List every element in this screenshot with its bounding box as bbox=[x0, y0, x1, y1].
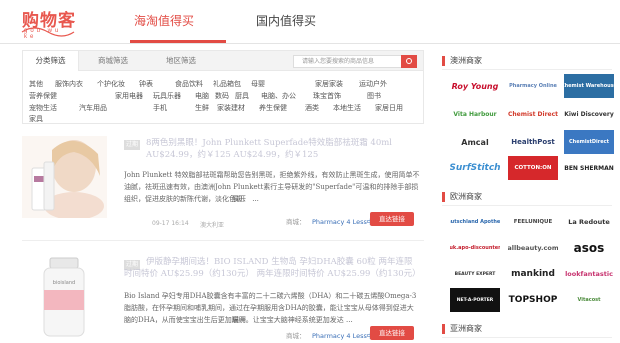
deal-price: AU$24.99，约￥125 AU$24.99，约￥125 bbox=[146, 150, 319, 160]
deal-item: 过期 8两色别黑眼！John Plunkett Superfade特效脂部祛斑霜… bbox=[22, 132, 424, 232]
category-link[interactable]: 运动户外 bbox=[359, 79, 387, 89]
merchant-logo[interactable]: NET-A-PORTER bbox=[450, 288, 500, 312]
deal-price: 时间特价 AU$25.99（约130元） 两年连限时间特价 AU$25.99（约… bbox=[124, 269, 421, 279]
category-link[interactable]: 礼品箱包 bbox=[213, 79, 241, 89]
merchant-logo[interactable]: Deutschland Apotheke bbox=[450, 210, 500, 234]
merchant-logo[interactable]: Kiwi Discovery bbox=[564, 102, 614, 126]
merchant-label: 商城： bbox=[286, 332, 306, 340]
category-link[interactable]: 营养保健 bbox=[29, 91, 57, 101]
site-header: 购物客 gou wu ke 海淘值得买 国内值得买 bbox=[0, 0, 620, 44]
category-link[interactable]: 生鲜 bbox=[195, 103, 209, 113]
svg-text:bioisland: bioisland bbox=[53, 280, 75, 286]
merchant-logo[interactable]: asos bbox=[564, 236, 614, 260]
deal-description: Bio Island 孕妇专用DHA胶囊含有丰富的二十二碳六烯酸（DHA）和二十… bbox=[124, 292, 417, 324]
search-icon[interactable] bbox=[401, 55, 417, 68]
direct-link-button[interactable]: 直达链接 bbox=[370, 326, 414, 340]
logo-subtext: gou wu ke bbox=[24, 28, 62, 40]
category-link[interactable]: 服饰内衣 bbox=[55, 79, 83, 89]
category-link[interactable]: 家用电器 bbox=[115, 91, 143, 101]
merchant-logo[interactable]: BEAUTY EXPERT bbox=[450, 262, 500, 286]
merchant-logo[interactable]: La Redoute bbox=[564, 210, 614, 234]
search-input[interactable]: 请输入您要搜索的商品信息 bbox=[293, 55, 403, 68]
filter-tabs: 分类筛选 商城筛选 地区筛选 请输入您要搜索的商品信息 bbox=[23, 51, 423, 71]
deal-region: 澳大利亚 bbox=[200, 222, 225, 229]
category-link[interactable]: 酒类 bbox=[305, 103, 319, 113]
merchant-logo[interactable]: Roy Young bbox=[450, 74, 500, 98]
category-link[interactable]: 母婴 bbox=[251, 79, 265, 89]
category-link[interactable]: 珠宝首饰 bbox=[313, 91, 341, 101]
category-link[interactable]: 钟表 bbox=[139, 79, 153, 89]
category-link[interactable]: 其他 bbox=[29, 79, 43, 89]
category-link[interactable]: 宠物生活 bbox=[29, 103, 57, 113]
category-link[interactable]: 食品饮料 bbox=[175, 79, 203, 89]
merchant-logo[interactable]: Vitacost bbox=[564, 288, 614, 312]
merchant-logo[interactable]: Chemist Warehouse bbox=[564, 74, 614, 98]
merchant-logo[interactable]: mankind bbox=[508, 262, 558, 286]
filter-panel: 分类筛选 商城筛选 地区筛选 请输入您要搜索的商品信息 其他 服饰内衣 个护化妆… bbox=[22, 50, 424, 124]
merchant-logo[interactable]: Amcal bbox=[450, 130, 500, 154]
category-link[interactable]: 家居日用 bbox=[375, 103, 403, 113]
category-link[interactable]: 玩具乐器 bbox=[153, 91, 181, 101]
expired-badge: 过期 bbox=[124, 140, 140, 150]
category-link[interactable]: 图书 bbox=[367, 91, 381, 101]
eu-merchants-title: 欧洲商家 bbox=[442, 188, 612, 206]
category-link[interactable]: 家居家装 bbox=[315, 79, 343, 89]
deal-description: John Plunkett 特效脂部祛斑霜帮助您告别黑斑，拒绝紫外线，有效防止黑… bbox=[124, 171, 420, 203]
filter-tab-region[interactable]: 地区筛选 bbox=[153, 51, 209, 71]
category-link[interactable]: 手机 bbox=[153, 103, 167, 113]
deal-date: 09-17 16:14 bbox=[152, 220, 189, 227]
product-image[interactable]: bioisland bbox=[22, 256, 107, 338]
expand-link[interactable]: 展开 bbox=[232, 193, 246, 205]
filter-tab-store[interactable]: 商城筛选 bbox=[85, 51, 141, 71]
merchant-logo[interactable]: BEN SHERMAN bbox=[564, 156, 614, 180]
merchant-logo[interactable]: FEELUNIQUE bbox=[508, 210, 558, 234]
merchant-logo[interactable]: uk.apo-discounter bbox=[450, 236, 500, 260]
asia-merchants-title: 亚洲商家 bbox=[442, 320, 612, 338]
product-image[interactable] bbox=[22, 136, 107, 218]
merchant-label: 商城： bbox=[286, 218, 306, 226]
merchant-logo[interactable]: lookfantastic bbox=[564, 262, 614, 286]
merchant-logo[interactable]: Pharmacy Online bbox=[508, 74, 558, 98]
category-link[interactable]: 电脑、办公 bbox=[261, 91, 296, 101]
au-merchants-title: 澳洲商家 bbox=[442, 52, 612, 70]
site-logo[interactable]: 购物客 gou wu ke bbox=[21, 6, 76, 40]
deal-title[interactable]: 8两色别黑眼！John Plunkett Superfade特效脂部祛斑霜 40… bbox=[146, 137, 392, 149]
expand-link[interactable]: 展开 bbox=[232, 314, 246, 326]
category-link[interactable]: 本地生活 bbox=[333, 103, 361, 113]
category-link[interactable]: 个护化妆 bbox=[97, 79, 125, 89]
category-link[interactable]: 家具 bbox=[29, 114, 43, 124]
category-link[interactable]: 养生保健 bbox=[259, 103, 287, 113]
category-link[interactable]: 汽车用品 bbox=[79, 103, 107, 113]
deal-title[interactable]: 伊版静孕期间选！BIO ISLAND 生物岛 孕妇DHA胶囊 60粒 两年连限 bbox=[146, 256, 412, 268]
category-link[interactable]: 厨具 bbox=[235, 91, 249, 101]
tab-overseas-deals[interactable]: 海淘值得买 bbox=[134, 12, 194, 29]
filter-tab-category[interactable]: 分类筛选 bbox=[23, 51, 79, 71]
merchant-logo[interactable]: Chemist Direct bbox=[508, 102, 558, 126]
category-link[interactable]: 家装建材 bbox=[217, 103, 245, 113]
merchant-logo[interactable]: ChemistDirect bbox=[564, 130, 614, 154]
deal-item: bioisland 过期 伊版静孕期间选！BIO ISLAND 生物岛 孕妇DH… bbox=[22, 250, 424, 343]
merchant-logo[interactable]: TOPSHOP bbox=[508, 288, 558, 312]
merchant-logo[interactable]: allbeauty.com bbox=[508, 236, 558, 260]
merchant-logo[interactable]: Vita Harbour bbox=[450, 102, 500, 126]
divider bbox=[22, 240, 424, 241]
tab-domestic-deals[interactable]: 国内值得买 bbox=[256, 12, 316, 29]
merchant-logo[interactable]: HealthPost bbox=[508, 130, 558, 154]
merchant-logo[interactable]: SurfStitch bbox=[450, 156, 500, 180]
direct-link-button[interactable]: 直达链接 bbox=[370, 212, 414, 226]
category-link[interactable]: 数码 bbox=[215, 91, 229, 101]
active-tab-indicator bbox=[130, 40, 226, 43]
category-link[interactable]: 电脑 bbox=[195, 91, 209, 101]
merchant-logo[interactable]: COTTON:ON bbox=[508, 156, 558, 180]
